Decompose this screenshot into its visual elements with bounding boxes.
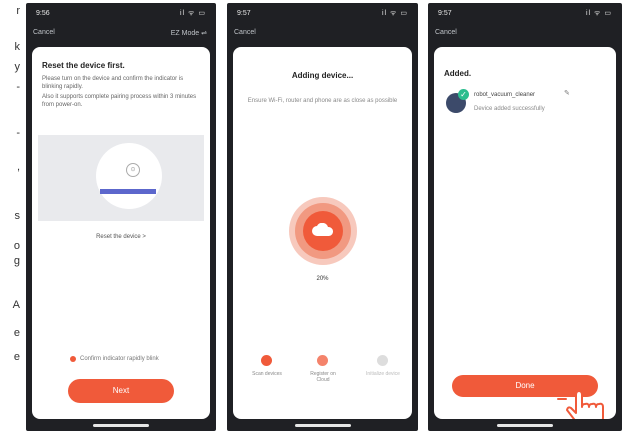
page-title: Added. xyxy=(444,69,472,78)
status-time: 9:57 xyxy=(438,10,452,17)
chevron-down-icon: ⇌ xyxy=(201,30,207,37)
cropped-char: A xyxy=(12,299,20,311)
page-title: Adding device... xyxy=(291,71,354,80)
home-indicator xyxy=(93,424,149,427)
cancel-button[interactable]: Cancel xyxy=(234,29,256,36)
cropped-char: g xyxy=(13,255,20,267)
content-card: Adding device... Ensure Wi-Fi, router an… xyxy=(233,47,412,419)
home-indicator xyxy=(497,424,553,427)
next-button[interactable]: Next xyxy=(68,379,174,403)
check-icon xyxy=(261,355,272,366)
cropped-char: e xyxy=(13,351,20,363)
step-label: Register on Cloud xyxy=(310,371,336,383)
content-card: Reset the device first. Please turn on t… xyxy=(32,47,210,419)
navigation-bar: Cancel EZ Mode ⇌ xyxy=(26,27,216,41)
cropped-char: r xyxy=(16,5,20,17)
page-title: Reset the device first. xyxy=(42,61,125,70)
device-illustration: ⊙ xyxy=(38,135,204,221)
phone-screen-reset: 9:56 il ᯤ ▭ Cancel EZ Mode ⇌ Reset the d… xyxy=(26,3,216,431)
cancel-button[interactable]: Cancel xyxy=(33,29,55,36)
signal-icon: il ᯤ ▭ xyxy=(381,10,408,17)
status-bar: 9:57 il ᯤ ▭ xyxy=(428,3,622,25)
status-bar: 9:57 il ᯤ ▭ xyxy=(227,3,418,25)
device-status: Device added successfully xyxy=(474,106,545,112)
step-pending-icon xyxy=(377,355,388,366)
confirm-indicator-text: Confirm indicator rapidly blink xyxy=(80,356,159,362)
cropped-char: y xyxy=(14,61,21,73)
cropped-text-column: r k y - - , s o g A e e xyxy=(0,0,22,433)
subtitle-text: Ensure Wi-Fi, router and phone are as cl… xyxy=(247,98,398,104)
home-indicator xyxy=(294,424,351,427)
device-indicator-bar xyxy=(100,189,156,194)
cropped-char: k xyxy=(14,41,21,53)
navigation-bar: Cancel xyxy=(227,27,418,41)
cancel-button[interactable]: Cancel xyxy=(435,29,457,36)
reset-button-icon: ⊙ xyxy=(126,163,140,177)
check-icon: ✓ xyxy=(458,89,469,100)
cropped-char: o xyxy=(13,240,20,252)
content-card: Added. ✓ robot_vacuum_cleaner ✎ Device a… xyxy=(434,47,616,419)
cropped-char: - xyxy=(16,81,20,93)
mode-label: EZ Mode xyxy=(170,30,200,37)
phone-screen-adding: 9:57 il ᯤ ▭ Cancel Adding device... Ensu… xyxy=(227,3,418,431)
cropped-char: s xyxy=(14,210,21,222)
instruction-text: Please turn on the device and confirm th… xyxy=(42,76,184,90)
mode-selector[interactable]: EZ Mode ⇌ xyxy=(171,29,207,37)
cropped-char: - xyxy=(16,127,20,139)
edit-icon[interactable]: ✎ xyxy=(564,90,570,98)
step-label: Scan devices xyxy=(252,371,282,377)
navigation-bar: Cancel xyxy=(428,27,622,41)
status-time: 9:56 xyxy=(36,10,50,17)
status-time: 9:57 xyxy=(237,10,251,17)
check-icon[interactable] xyxy=(70,356,76,362)
phone-screen-added: 9:57 il ᯤ ▭ Cancel Added. ✓ robot_vacuum… xyxy=(428,3,622,431)
step-active-icon xyxy=(317,355,328,366)
cropped-char: e xyxy=(13,327,20,339)
tap-hand-icon xyxy=(557,376,604,419)
cloud-icon xyxy=(312,223,334,236)
signal-icon: il ᯤ ▭ xyxy=(179,10,206,17)
cropped-char: , xyxy=(16,161,20,173)
instruction-text: Also it supports complete pairing proces… xyxy=(42,94,197,108)
signal-icon: il ᯤ ▭ xyxy=(585,10,612,17)
device-name[interactable]: robot_vacuum_cleaner xyxy=(474,91,535,99)
reset-link[interactable]: Reset the device > xyxy=(32,233,210,241)
status-bar: 9:56 il ᯤ ▭ xyxy=(26,3,216,25)
progress-percent: 20% xyxy=(316,276,329,282)
step-label: Initialize device xyxy=(366,371,400,377)
